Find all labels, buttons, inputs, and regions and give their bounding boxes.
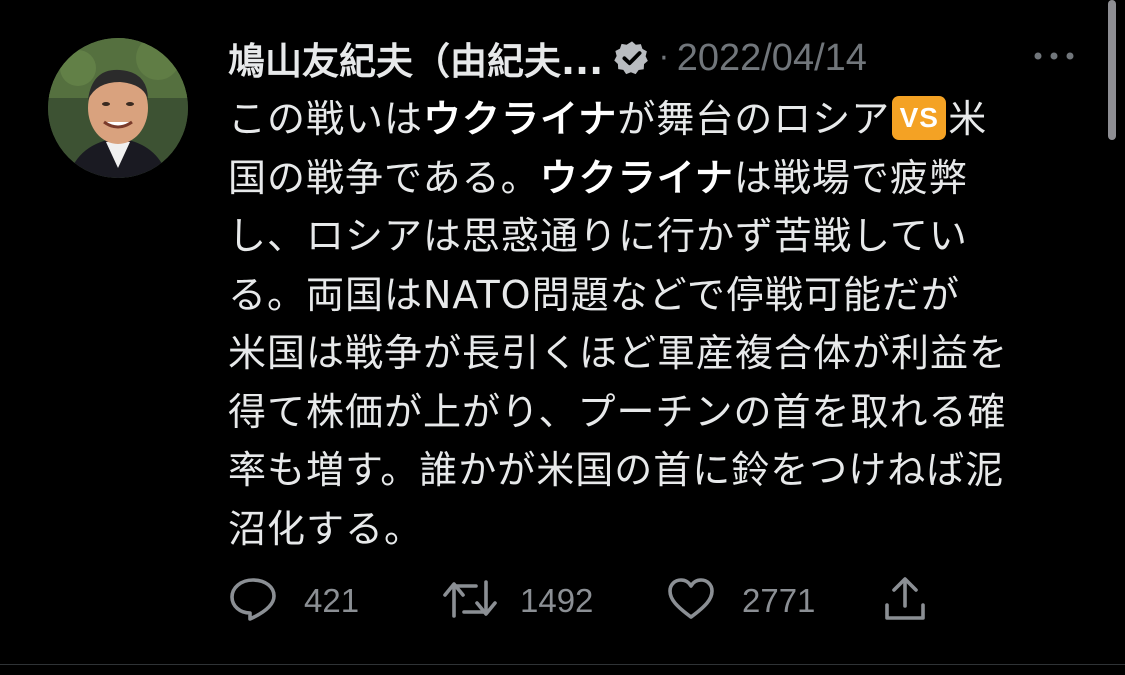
hashtag-keyword[interactable]: ウクライナ — [540, 156, 734, 200]
like-button[interactable]: 2771 — [666, 574, 815, 628]
hashtag-keyword[interactable]: ウクライナ — [423, 97, 617, 141]
tweet-card[interactable]: 鳩山友紀夫（由紀夫... · 2022/04/14 この戦いはウクライナが舞台の… — [0, 0, 1125, 675]
avatar[interactable] — [48, 38, 188, 178]
tweet-text-line: 得て株価が上がり、プーチンの首を取れる確 — [228, 389, 1007, 434]
reply-count: 421 — [304, 582, 360, 619]
retweet-button[interactable]: 1492 — [442, 574, 593, 628]
tweet-actions: 421 1492 2771 — [228, 574, 948, 628]
tweet-text-line: 率も増す。誰かが米国の首に鈴をつけねば泥 — [228, 448, 1005, 492]
more-options-icon[interactable] — [1030, 44, 1078, 68]
tweet-text-line: 沼化する。 — [228, 506, 424, 551]
vs-emoji: VS — [892, 95, 947, 140]
retweet-count: 1492 — [520, 582, 594, 619]
tweet-timestamp[interactable]: 2022/04/14 — [677, 37, 867, 80]
reply-button[interactable]: 421 — [228, 574, 359, 628]
share-icon — [882, 575, 928, 627]
verified-badge-icon — [613, 39, 651, 77]
author-display-name[interactable]: 鳩山友紀夫（由紀夫... — [228, 31, 603, 85]
reply-icon — [228, 576, 278, 626]
scrollbar[interactable] — [1108, 0, 1116, 140]
like-count: 2771 — [742, 582, 816, 619]
tweet-text-line: し、ロシアは思惑通りに行かず苦戦してい — [228, 214, 968, 258]
tweet-text-line: る。両国はNATO問題などで停戦可能だが — [228, 272, 960, 317]
tweet-text-line: 国の戦争である。ウクライナは戦場で疲弊 — [228, 155, 968, 200]
share-button[interactable] — [882, 574, 928, 628]
tweet-text-line: この戦いはウクライナが舞台のロシア VS 米 — [228, 95, 988, 141]
heart-icon — [666, 576, 716, 626]
tweet-text: この戦いはウクライナが舞台のロシア VS 米 国の戦争である。ウクライナは戦場で疲弊… — [228, 90, 1088, 558]
divider — [0, 664, 1125, 665]
retweet-icon — [442, 576, 498, 626]
tweet-text-line: 米国は戦争が長引くほど軍産複合体が利益を — [228, 331, 1009, 375]
header-separator: · — [659, 40, 669, 76]
tweet-header: 鳩山友紀夫（由紀夫... · 2022/04/14 — [228, 30, 867, 86]
